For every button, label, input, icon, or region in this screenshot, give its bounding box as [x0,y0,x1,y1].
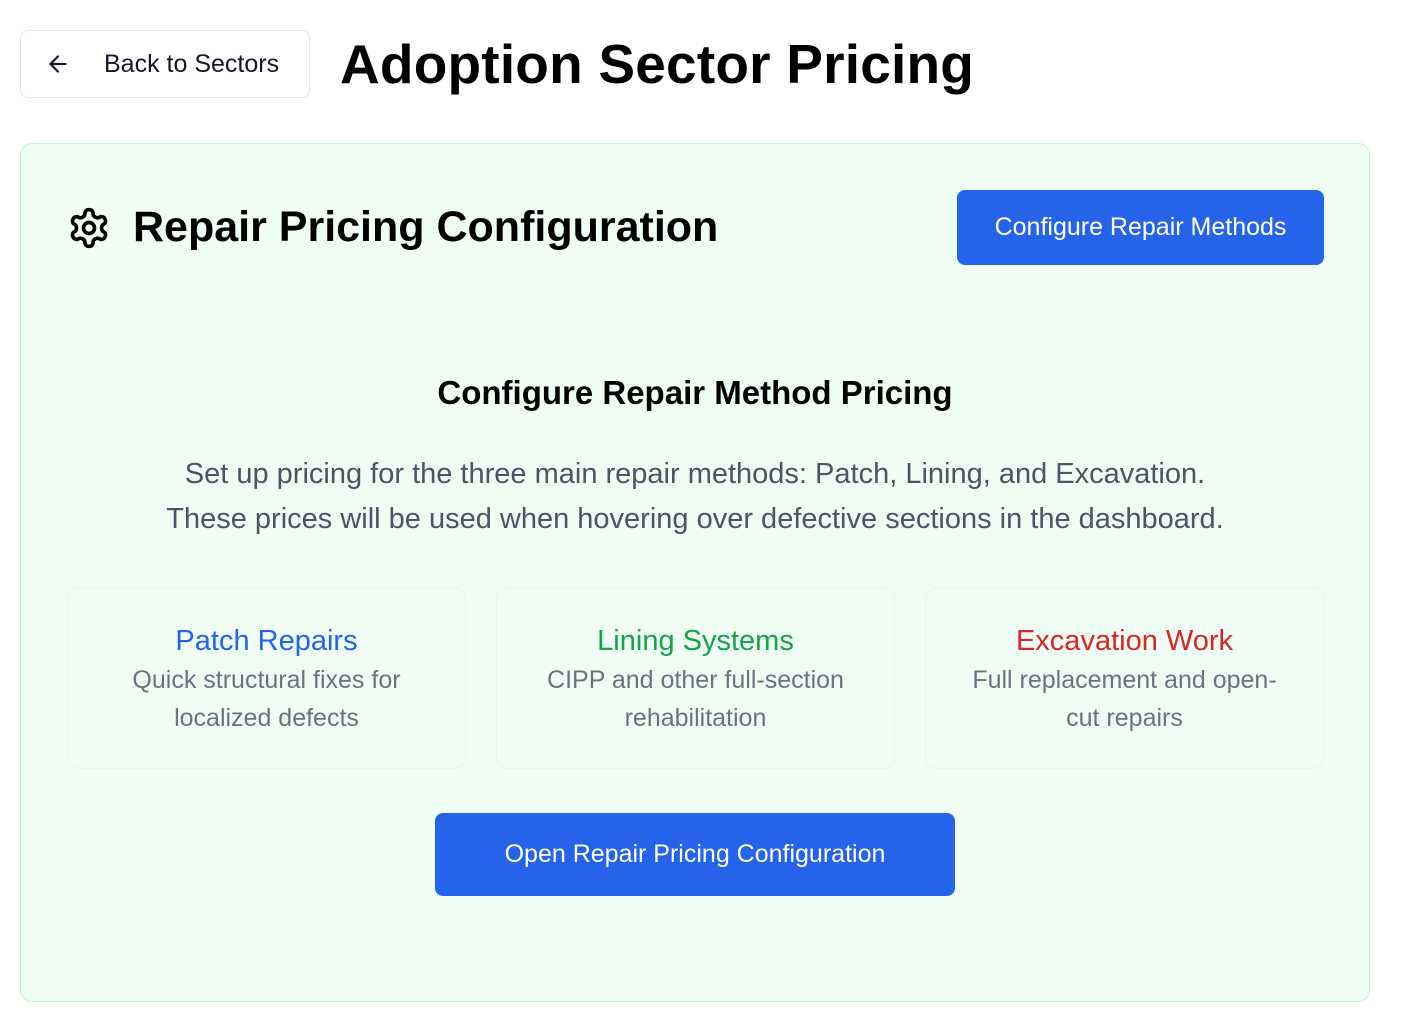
method-title: Patch Repairs [175,625,358,657]
page-title: Adoption Sector Pricing [340,33,975,95]
arrow-left-icon [45,51,71,77]
method-card-patch: Patch Repairs Quick structural fixes for… [67,587,466,769]
repair-methods-list: Patch Repairs Quick structural fixes for… [67,587,1324,769]
description-line-1: Set up pricing for the three main repair… [184,458,1206,490]
gear-icon [67,206,111,250]
method-title: Lining Systems [597,625,794,657]
page-header: Back to Sectors Adoption Sector Pricing [20,30,974,98]
description-line-2: These prices will be used when hovering … [166,503,1224,535]
back-to-sectors-button[interactable]: Back to Sectors [20,30,310,98]
section-description: Set up pricing for the three main repair… [21,452,1369,542]
repair-pricing-card: Repair Pricing Configuration Configure R… [20,143,1370,1002]
card-header: Repair Pricing Configuration Configure R… [67,190,1324,265]
method-description: CIPP and other full-section rehabilitati… [547,666,844,732]
method-title: Excavation Work [1015,625,1234,657]
open-repair-pricing-configuration-button[interactable]: Open Repair Pricing Configuration [435,813,955,896]
method-description: Full replacement and open-cut repairs [972,666,1277,732]
section-title: Configure Repair Method Pricing [437,374,953,411]
method-card-excavation: Excavation Work Full replacement and ope… [925,587,1324,769]
card-title: Repair Pricing Configuration [133,203,719,251]
back-button-label: Back to Sectors [104,49,280,78]
configure-repair-methods-button[interactable]: Configure Repair Methods [957,190,1324,265]
method-description: Quick structural fixes for localized def… [132,666,401,732]
card-title-group: Repair Pricing Configuration [67,203,718,252]
method-card-lining: Lining Systems CIPP and other full-secti… [496,587,895,769]
